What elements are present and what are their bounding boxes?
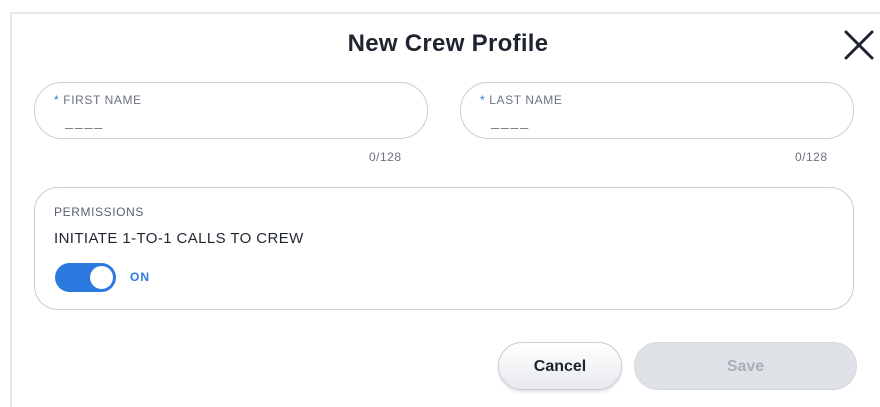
permissions-heading: PERMISSIONS — [54, 205, 144, 219]
toggle-state-label: ON — [130, 270, 150, 284]
save-button[interactable]: Save — [634, 342, 857, 390]
dialog-left-border — [10, 12, 12, 407]
first-name-field[interactable]: * FIRST NAME — [34, 82, 428, 139]
first-name-char-counter: 0/128 — [369, 150, 402, 164]
required-marker: * — [480, 93, 486, 107]
permissions-card: PERMISSIONS INITIATE 1-TO-1 CALLS TO CRE… — [34, 187, 854, 310]
dialog-top-border — [10, 12, 880, 14]
toggle-knob — [90, 266, 113, 289]
cancel-button[interactable]: Cancel — [498, 342, 622, 390]
last-name-label-text: LAST NAME — [489, 93, 563, 107]
first-name-label-text: FIRST NAME — [63, 93, 142, 107]
last-name-input[interactable] — [491, 113, 791, 129]
initiate-calls-toggle[interactable] — [55, 263, 116, 292]
last-name-field[interactable]: * LAST NAME — [460, 82, 854, 139]
permission-label-initiate-calls: INITIATE 1-TO-1 CALLS TO CREW — [54, 230, 304, 247]
dialog-title: New Crew Profile — [347, 30, 549, 57]
close-icon[interactable] — [842, 28, 876, 62]
first-name-label: * FIRST NAME — [54, 93, 142, 107]
first-name-input[interactable] — [65, 113, 365, 129]
last-name-label: * LAST NAME — [480, 93, 562, 107]
required-marker: * — [54, 93, 60, 107]
last-name-char-counter: 0/128 — [795, 150, 828, 164]
new-crew-profile-dialog: New Crew Profile *FIRST NAME 0/128 *LAST… — [0, 0, 880, 407]
